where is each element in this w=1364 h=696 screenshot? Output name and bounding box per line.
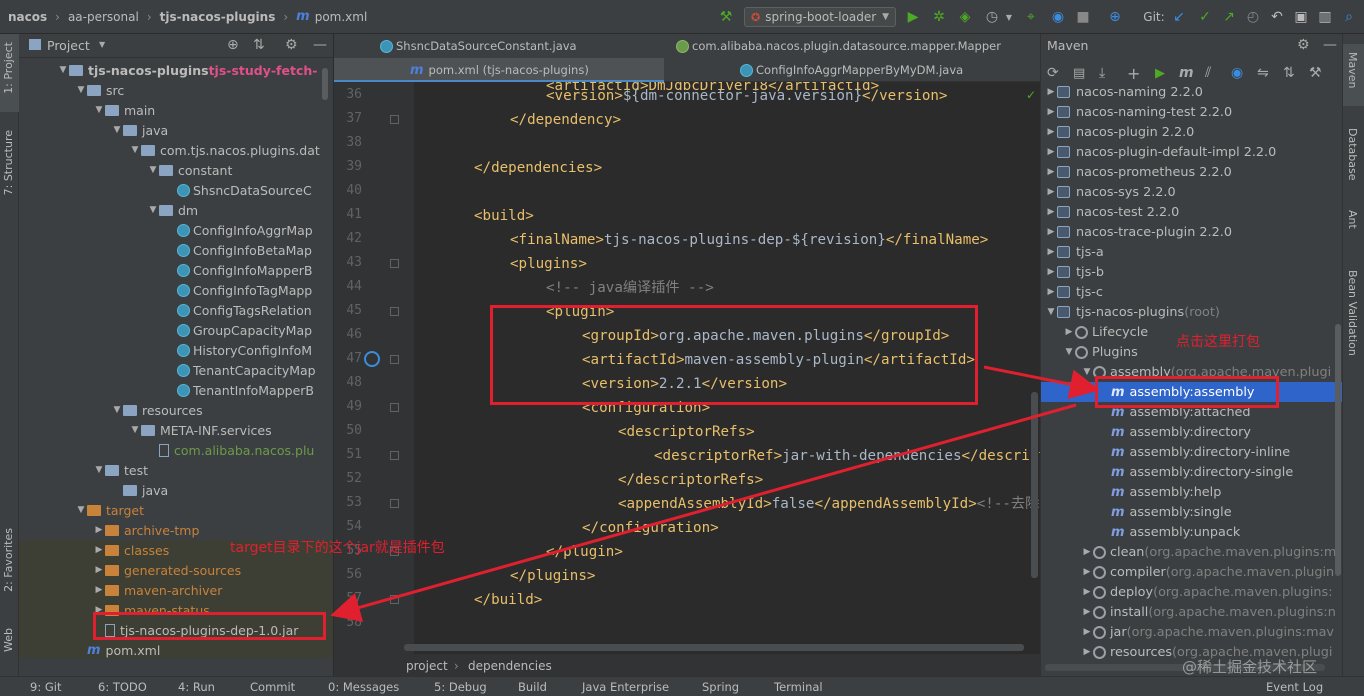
watermark: @稀土掘金技术社区 (1182, 658, 1318, 676)
annotation-arrows (330, 365, 1100, 622)
arrow-to-jar (330, 403, 1077, 622)
arrow-to-assembly (983, 365, 1100, 400)
